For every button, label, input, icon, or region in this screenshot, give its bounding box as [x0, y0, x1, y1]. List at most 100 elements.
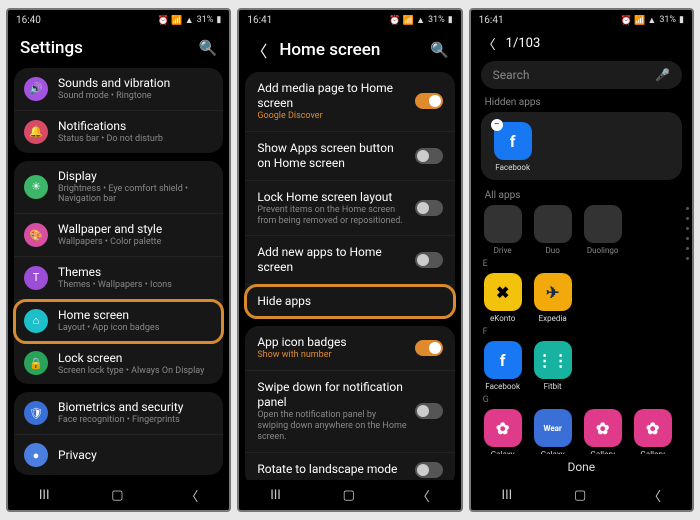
app-duolingo[interactable]: Duolingo — [581, 205, 625, 255]
app-label: Drive — [494, 246, 512, 255]
app-icon: f — [484, 341, 522, 379]
toggle[interactable] — [415, 93, 443, 109]
row-icon: ⌂ — [24, 309, 48, 333]
nav-home-icon[interactable]: ▢ — [574, 488, 586, 503]
app-galaxy[interactable]: WearGalaxy — [531, 409, 575, 454]
search-input[interactable]: Search 🎤 — [481, 61, 682, 89]
app-duo[interactable]: Duo — [531, 205, 575, 255]
toggle[interactable] — [415, 462, 443, 478]
nav-home-icon[interactable]: ▢ — [111, 488, 123, 503]
row-title: Lock screen — [58, 351, 213, 366]
status-time: 16:41 — [479, 15, 504, 26]
option-subtitle: Open the notification panel by swiping d… — [257, 410, 406, 442]
home-screen-settings: 16:41 ⏰ 📶 ▲ 31% ▮ 〈 Home screen 🔍 Add me… — [237, 8, 462, 512]
settings-header: Settings 🔍 — [8, 30, 229, 68]
app-gallery[interactable]: ✿Gallery — [581, 409, 625, 454]
row-icon: 🔔 — [24, 120, 48, 144]
row-icon: ☀ — [24, 175, 48, 199]
option-swipe-down-for-notification-panel[interactable]: Swipe down for notification panelOpen th… — [245, 371, 454, 452]
row-title: Biometrics and security — [58, 400, 213, 415]
option-add-media-page-to-home-screen[interactable]: Add media page to Home screenGoogle Disc… — [245, 72, 454, 132]
row-title: Privacy — [58, 448, 213, 463]
app-grid: fFacebook⋮⋮Fitbit — [471, 339, 692, 393]
search-icon[interactable]: 🔍 — [199, 39, 218, 57]
app-expedia[interactable]: ✈ Expedia — [531, 273, 575, 323]
option-add-new-apps-to-home-screen[interactable]: Add new apps to Home screen — [245, 236, 454, 285]
toggle[interactable] — [415, 340, 443, 356]
app-facebook[interactable]: f−Facebook — [491, 122, 535, 172]
back-icon[interactable]: 〈 — [483, 34, 496, 53]
app-icon — [534, 205, 572, 243]
settings-row-lock-screen[interactable]: 🔒Lock screenScreen lock type • Always On… — [14, 343, 223, 385]
app-icon — [484, 205, 522, 243]
app-ekonto[interactable]: ✖ eKonto — [481, 273, 525, 323]
settings-row-display[interactable]: ☀DisplayBrightness • Eye comfort shield … — [14, 161, 223, 215]
option-show-apps-screen-button-on-home-screen[interactable]: Show Apps screen button on Home screen — [245, 132, 454, 181]
nav-home-icon[interactable]: ▢ — [343, 488, 355, 503]
nav-back-icon[interactable]: 〈 — [648, 486, 661, 505]
toggle[interactable] — [415, 200, 443, 216]
app-facebook[interactable]: fFacebook — [481, 341, 525, 391]
app-icon: ✿ — [484, 409, 522, 447]
section-letter: E — [471, 257, 692, 271]
row-icon: 🎨 — [24, 223, 48, 247]
app-icon: ✖ — [484, 273, 522, 311]
row-subtitle: Status bar • Do not disturb — [58, 134, 213, 145]
selection-counter: 〈 1/103 — [471, 30, 692, 61]
mic-icon[interactable]: 🎤 — [655, 68, 670, 82]
row-title: Notifications — [58, 119, 213, 134]
settings-row-wallpaper-and-style[interactable]: 🎨Wallpaper and styleWallpapers • Color p… — [14, 214, 223, 257]
remove-badge-icon[interactable]: − — [491, 119, 503, 131]
nav-bar: III ▢ 〈 — [239, 480, 460, 510]
option-subtitle: Google Discover — [257, 111, 406, 122]
nav-recent-icon[interactable]: III — [39, 488, 50, 503]
app-drive[interactable]: Drive — [481, 205, 525, 255]
row-title: Home screen — [58, 308, 213, 323]
nav-bar: III ▢ 〈 — [8, 480, 229, 510]
toggle[interactable] — [415, 148, 443, 164]
status-icons: ⏰ 📶 ▲ 31% ▮ — [158, 15, 221, 26]
settings-row-themes[interactable]: TThemesThemes • Wallpapers • Icons — [14, 257, 223, 300]
app-icon — [584, 205, 622, 243]
settings-list: 🔊Sounds and vibrationSound mode • Ringto… — [8, 68, 229, 480]
app-galaxy[interactable]: ✿Galaxy — [481, 409, 525, 454]
back-icon[interactable]: 〈 — [251, 38, 267, 62]
app-grid: ✖ eKonto ✈ Expedia — [471, 271, 692, 325]
hide-apps-screen: 16:41 ⏰ 📶 ▲ 31% ▮ 〈 1/103 Search 🎤 Hidde… — [469, 8, 694, 512]
app-icon: ✈ — [534, 273, 572, 311]
settings-row-sounds-and-vibration[interactable]: 🔊Sounds and vibrationSound mode • Ringto… — [14, 68, 223, 111]
app-icon: Wear — [534, 409, 572, 447]
option-rotate-to-landscape-mode[interactable]: Rotate to landscape mode — [245, 453, 454, 480]
option-lock-home-screen-layout[interactable]: Lock Home screen layoutPrevent items on … — [245, 181, 454, 237]
option-subtitle: Prevent items on the Home screen from be… — [257, 205, 406, 227]
option-title: Add media page to Home screen — [257, 81, 406, 111]
app-fitbit[interactable]: ⋮⋮Fitbit — [531, 341, 575, 391]
nav-back-icon[interactable]: 〈 — [417, 486, 430, 505]
option-title: Show Apps screen button on Home screen — [257, 141, 406, 171]
page-title: Settings — [20, 38, 199, 58]
option-app-icon-badges[interactable]: App icon badgesShow with number — [245, 326, 454, 371]
nav-back-icon[interactable]: 〈 — [185, 486, 198, 505]
settings-row-home-screen[interactable]: ⌂Home screenLayout • App icon badges — [14, 300, 223, 343]
option-title: Add new apps to Home screen — [257, 245, 406, 275]
toggle[interactable] — [415, 252, 443, 268]
app-label: Duo — [546, 246, 560, 255]
settings-row-privacy[interactable]: ●Privacy — [14, 435, 223, 475]
row-subtitle: Brightness • Eye comfort shield • Naviga… — [58, 184, 213, 206]
nav-bar: III ▢ 〈 — [471, 480, 692, 510]
option-hide-apps[interactable]: Hide apps — [245, 285, 454, 318]
done-button[interactable]: Done — [471, 454, 692, 480]
search-icon[interactable]: 🔍 — [430, 41, 449, 59]
app-label: Expedia — [539, 314, 567, 323]
section-letter: G — [471, 393, 692, 407]
nav-recent-icon[interactable]: III — [502, 488, 513, 503]
row-title: Wallpaper and style — [58, 222, 213, 237]
settings-row-notifications[interactable]: 🔔 NotificationsStatus bar • Do not distur… — [14, 111, 223, 153]
settings-row-biometrics-and-security[interactable]: 🛡Biometrics and securityFace recognition… — [14, 392, 223, 435]
nav-recent-icon[interactable]: III — [270, 488, 281, 503]
search-placeholder: Search — [493, 68, 655, 82]
row-subtitle: Sound mode • Ringtone — [58, 91, 213, 102]
app-label: eKonto — [490, 314, 515, 323]
toggle[interactable] — [415, 403, 443, 419]
app-gallery[interactable]: ✿Gallery — [631, 409, 675, 454]
